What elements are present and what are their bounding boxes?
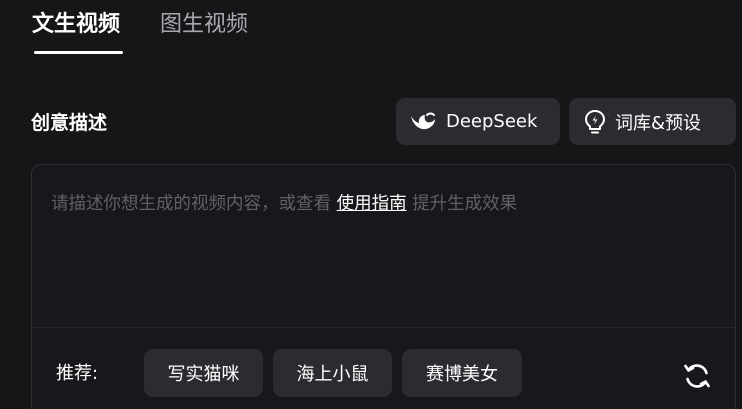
- prompt-placeholder: 请描述你想生成的视频内容，或查看 使用指南 提升生成效果: [51, 192, 517, 216]
- prompt-textarea[interactable]: 请描述你想生成的视频内容，或查看 使用指南 提升生成效果 推荐: 写实猫咪 海上…: [31, 164, 736, 409]
- library-presets-button[interactable]: 词库&预设: [569, 98, 736, 145]
- deepseek-button[interactable]: DeepSeek: [396, 98, 560, 145]
- video-generation-panel: 文生视频 图生视频 创意描述 DeepSeek 词库&预设 请描述你想生成的视频…: [0, 0, 742, 409]
- recommend-chip[interactable]: 赛博美女: [402, 349, 522, 397]
- mode-tabs: 文生视频 图生视频: [32, 10, 248, 54]
- library-presets-label: 词库&预设: [615, 112, 702, 134]
- prompt-placeholder-before: 请描述你想生成的视频内容，或查看: [51, 194, 331, 214]
- active-tab-indicator: [34, 51, 123, 54]
- tab-image-to-video[interactable]: 图生视频: [160, 10, 248, 40]
- prompt-divider: [32, 327, 735, 328]
- recommend-chip[interactable]: 写实猫咪: [144, 349, 263, 397]
- refresh-icon[interactable]: [682, 361, 712, 391]
- tab-text-to-video-label: 文生视频: [32, 12, 121, 37]
- prompt-placeholder-after: 提升生成效果: [412, 194, 518, 214]
- deepseek-label: DeepSeek: [446, 111, 538, 132]
- recommend-label: 推荐:: [56, 363, 99, 384]
- section-title: 创意描述: [31, 112, 108, 134]
- tab-text-to-video[interactable]: 文生视频: [32, 10, 123, 54]
- recommend-chip[interactable]: 海上小鼠: [273, 349, 392, 397]
- lightbulb-icon: [583, 109, 607, 135]
- deepseek-whale-icon: [408, 110, 438, 134]
- tab-image-to-video-label: 图生视频: [160, 12, 249, 37]
- usage-guide-link[interactable]: 使用指南: [337, 194, 407, 214]
